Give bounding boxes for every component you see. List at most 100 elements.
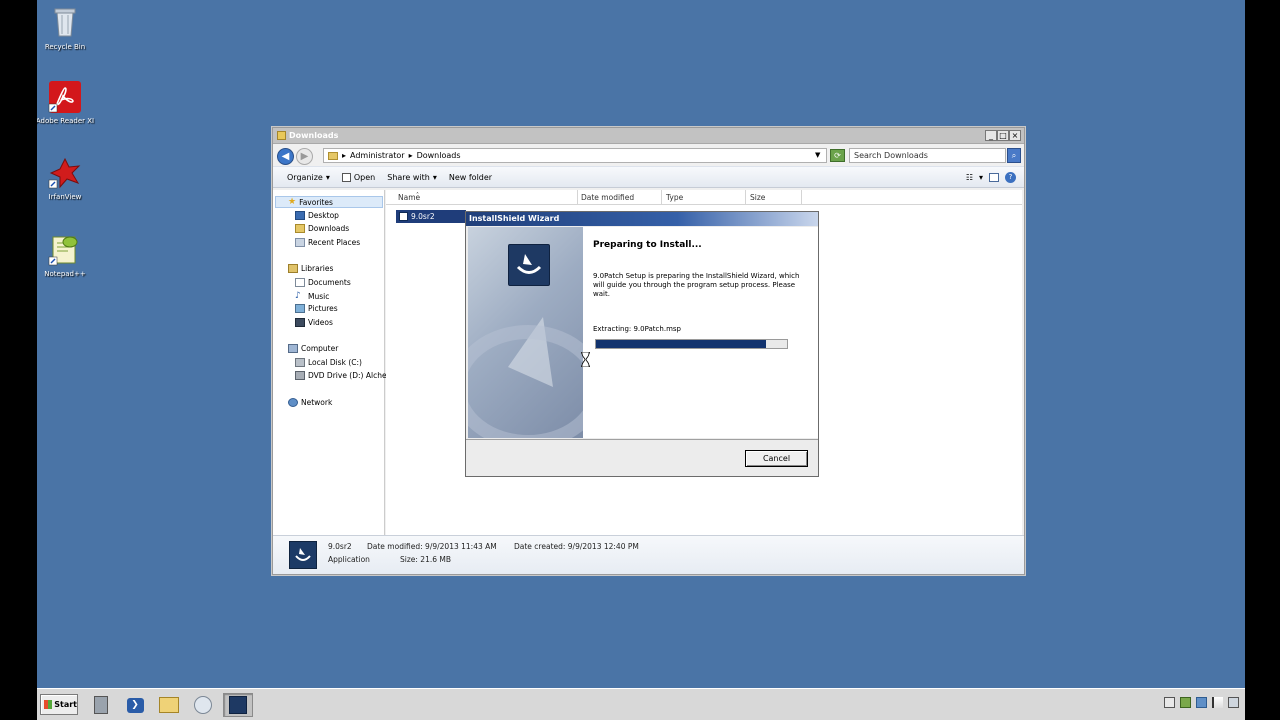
taskbar-installshield[interactable] <box>223 693 253 717</box>
installshield-icon <box>399 212 408 221</box>
new-folder-button[interactable]: New folder <box>445 171 496 184</box>
address-bar[interactable]: ▸ Administrator ▸ Downloads <box>323 148 827 163</box>
nav-local-disk-label: Local Disk (C:) <box>308 358 362 367</box>
videos-icon <box>295 318 305 327</box>
file-row[interactable]: 9.0sr2 <box>396 210 466 223</box>
column-header: Name ˄ Date modified Type Size <box>386 190 1022 205</box>
progress-bar <box>595 339 788 349</box>
column-separator[interactable] <box>745 190 746 205</box>
installshield-icon <box>289 541 317 569</box>
powershell-icon: ❯ <box>126 697 144 713</box>
column-separator[interactable] <box>801 190 802 205</box>
minimize-button[interactable]: _ <box>985 130 997 141</box>
taskbar-server-manager[interactable] <box>86 693 116 717</box>
preview-pane-icon[interactable] <box>989 173 999 182</box>
wizard-status: Extracting: 9.0Patch.msp <box>593 325 681 333</box>
nav-videos[interactable]: Videos <box>295 318 333 327</box>
windows-logo-icon <box>44 700 53 709</box>
security-icon[interactable] <box>1196 697 1207 708</box>
refresh-icon[interactable]: ⟳ <box>830 149 845 162</box>
column-separator[interactable] <box>577 190 578 205</box>
column-size[interactable]: Size <box>750 193 765 202</box>
start-button[interactable]: Start <box>40 694 78 715</box>
search-icon[interactable]: ⌕ <box>1007 148 1021 163</box>
taskbar-installer[interactable] <box>188 693 218 717</box>
downloads-icon <box>295 224 305 233</box>
notepad-plus-plus-icon <box>48 233 82 267</box>
volume-icon[interactable] <box>1228 697 1239 708</box>
maximize-button[interactable]: □ <box>997 130 1009 141</box>
views-icon[interactable]: ☷ <box>966 173 973 182</box>
nav-computer[interactable]: Computer <box>288 344 338 353</box>
nav-network-label: Network <box>301 398 333 407</box>
star-icon: ★ <box>288 197 297 207</box>
nav-videos-label: Videos <box>308 318 333 327</box>
chevron-down-icon[interactable]: ▾ <box>979 173 983 182</box>
nav-dvd-drive-label: DVD Drive (D:) Alchem <box>308 371 394 380</box>
dvd-drive-icon <box>295 371 305 380</box>
wizard-side-banner <box>468 227 583 438</box>
nav-recent-places[interactable]: Recent Places <box>295 238 360 247</box>
sort-up-icon: ˄ <box>416 192 419 199</box>
display-icon[interactable] <box>1164 697 1175 708</box>
command-bar: Organize ▾ Open Share with ▾ New folder … <box>273 166 1024 188</box>
nav-favorites[interactable]: ★ Favorites <box>275 196 383 208</box>
details-size: Size: 21.6 MB <box>400 555 452 564</box>
adobe-reader-shortcut[interactable]: Adobe Reader XI <box>37 80 95 125</box>
hourglass-cursor-icon <box>580 351 591 368</box>
irfanview-label: IrfanView <box>48 193 82 201</box>
desktop: Recycle Bin Adobe Reader XI IrfanView No… <box>37 0 1245 688</box>
organize-label: Organize <box>287 172 323 182</box>
share-with-button[interactable]: Share with ▾ <box>383 171 441 184</box>
nav-documents[interactable]: Documents <box>295 278 351 287</box>
network-icon[interactable] <box>1180 697 1191 708</box>
column-date-modified[interactable]: Date modified <box>581 193 634 202</box>
taskbar-explorer[interactable] <box>154 693 184 717</box>
adobe-reader-label: Adobe Reader XI <box>37 117 95 125</box>
cancel-button[interactable]: Cancel <box>745 450 808 467</box>
installshield-icon <box>229 696 247 714</box>
open-button[interactable]: Open <box>338 171 379 184</box>
column-separator[interactable] <box>661 190 662 205</box>
right-border <box>1245 0 1280 720</box>
new-folder-label: New folder <box>448 172 493 182</box>
chevron-down-icon: ▾ <box>432 172 437 182</box>
nav-dvd-drive[interactable]: DVD Drive (D:) Alchem <box>295 371 394 380</box>
nav-pictures[interactable]: Pictures <box>295 304 338 313</box>
nav-local-disk[interactable]: Local Disk (C:) <box>295 358 362 367</box>
flag-icon[interactable] <box>1212 697 1223 708</box>
organize-button[interactable]: Organize ▾ <box>283 171 334 184</box>
nav-downloads[interactable]: Downloads <box>295 224 349 233</box>
irfanview-shortcut[interactable]: IrfanView <box>37 156 95 201</box>
view-controls: ☷ ▾ ? <box>966 172 1016 183</box>
address-dropdown-icon[interactable]: ▼ <box>815 151 820 159</box>
forward-button[interactable]: ▶ <box>296 148 313 165</box>
notepad-plus-plus-shortcut[interactable]: Notepad++ <box>37 233 95 278</box>
close-button[interactable]: × <box>1009 130 1021 141</box>
start-label: Start <box>54 700 77 709</box>
recycle-bin-shortcut[interactable]: Recycle Bin <box>37 6 95 51</box>
taskbar: Start ❯ <box>37 688 1245 720</box>
left-border <box>0 0 37 720</box>
nav-network[interactable]: Network <box>288 398 332 407</box>
address-bar-row: ◀ ▶ ▸ Administrator ▸ Downloads ▼ ⟳ Sear… <box>273 144 1024 166</box>
open-label: Open <box>353 172 376 182</box>
wizard-titlebar[interactable]: InstallShield Wizard <box>466 212 818 226</box>
breadcrumb-administrator[interactable]: Administrator <box>350 151 405 160</box>
explorer-titlebar[interactable]: Downloads _ □ × <box>273 128 1024 144</box>
nav-music-label: Music <box>308 291 330 301</box>
column-type[interactable]: Type <box>666 193 683 202</box>
details-date-created: Date created: 9/9/2013 12:40 PM <box>514 542 639 551</box>
nav-libraries[interactable]: Libraries <box>288 264 333 273</box>
help-icon[interactable]: ? <box>1005 172 1016 183</box>
breadcrumb-downloads[interactable]: Downloads <box>417 151 461 160</box>
nav-music[interactable]: ♪ Music <box>295 291 329 301</box>
nav-desktop[interactable]: Desktop <box>295 211 339 220</box>
libraries-icon <box>288 264 298 273</box>
details-date-modified: Date modified: 9/9/2013 11:43 AM <box>367 542 497 551</box>
documents-icon <box>295 278 305 287</box>
taskbar-powershell[interactable]: ❯ <box>120 693 150 717</box>
computer-icon <box>288 344 298 353</box>
search-input[interactable]: Search Downloads <box>849 148 1006 163</box>
back-button[interactable]: ◀ <box>277 148 294 165</box>
